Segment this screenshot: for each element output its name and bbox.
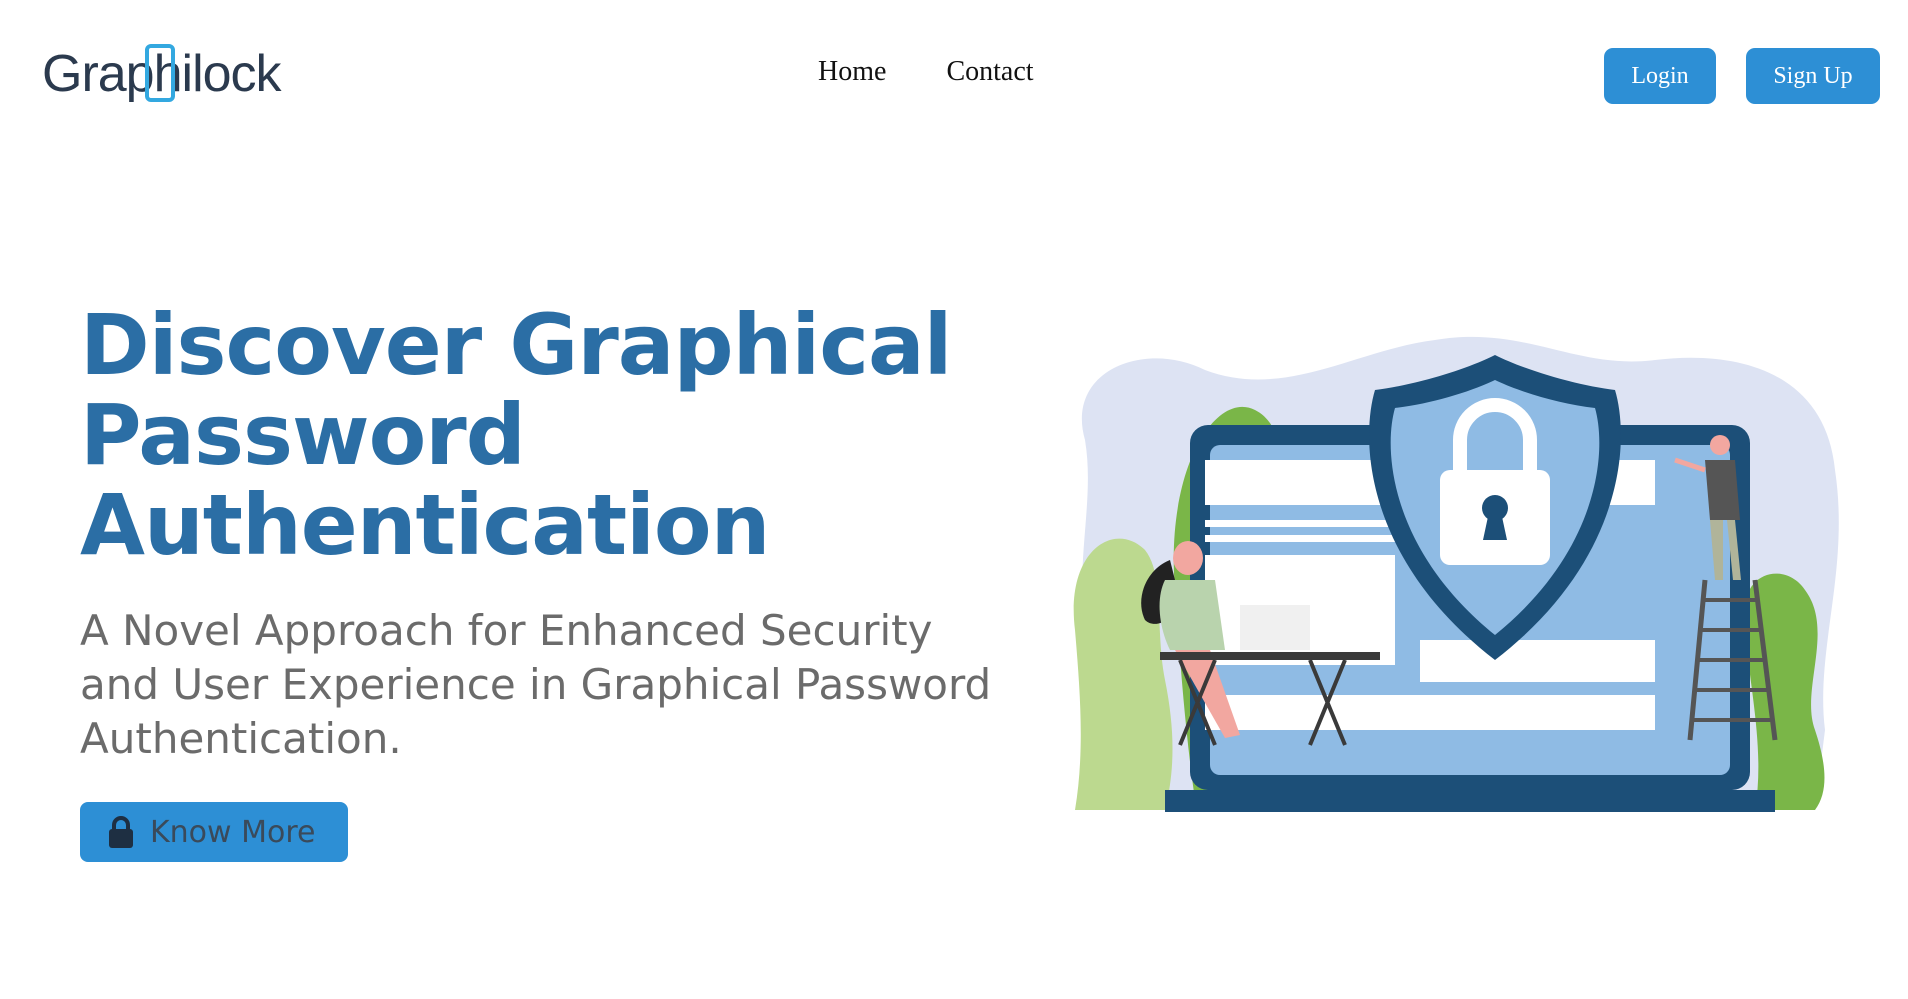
login-button[interactable]: Login [1604,48,1716,104]
logo[interactable]: Graphilock [42,42,282,106]
nav-contact-link[interactable]: Contact [946,56,1033,88]
lock-icon [109,816,133,848]
know-more-label: Know More [150,814,316,850]
hero-title: Discover Graphical Password Authenticati… [80,296,952,574]
phone-icon [145,44,175,102]
navbar: Graphilock Home Contact Login Sign Up [0,0,1908,150]
signup-button[interactable]: Sign Up [1746,48,1880,104]
hero-subtitle: A Novel Approach for Enhanced Security a… [80,606,992,763]
nav-links: Home Contact [818,56,1034,88]
know-more-button[interactable]: Know More [80,802,348,862]
nav-home-link[interactable]: Home [818,56,886,88]
security-illustration [1073,336,1839,812]
